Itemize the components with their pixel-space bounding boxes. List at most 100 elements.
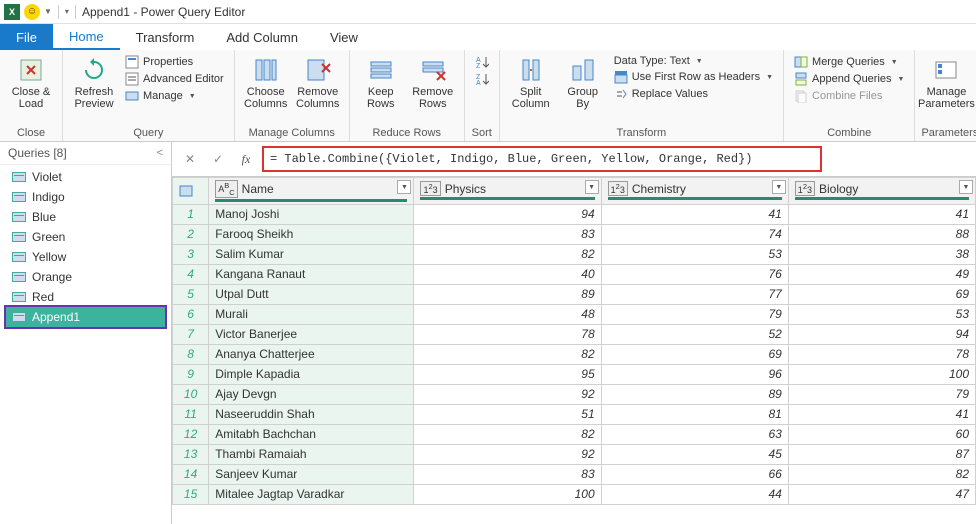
- manage-button[interactable]: Manage▼: [121, 88, 228, 104]
- refresh-preview-button[interactable]: Refresh Preview: [69, 54, 119, 125]
- filter-dropdown-icon[interactable]: ▼: [959, 180, 973, 194]
- row-number[interactable]: 1: [173, 204, 209, 224]
- tab-add-column[interactable]: Add Column: [210, 24, 314, 50]
- split-column-button[interactable]: Split Column: [506, 54, 556, 125]
- cell-value[interactable]: 45: [601, 444, 788, 464]
- query-item-orange[interactable]: Orange: [6, 267, 165, 287]
- data-type-button[interactable]: Data Type: Text▼: [610, 54, 777, 68]
- cell-name[interactable]: Kangana Ranaut: [209, 264, 414, 284]
- row-number[interactable]: 14: [173, 464, 209, 484]
- cell-value[interactable]: 89: [601, 384, 788, 404]
- cell-name[interactable]: Farooq Sheikh: [209, 224, 414, 244]
- cell-value[interactable]: 63: [601, 424, 788, 444]
- close-and-load-button[interactable]: Close & Load: [6, 54, 56, 125]
- cell-name[interactable]: Dimple Kapadia: [209, 364, 414, 384]
- replace-values-button[interactable]: Replace Values: [610, 86, 777, 102]
- cell-name[interactable]: Murali: [209, 304, 414, 324]
- qat-chevron-icon[interactable]: ▼: [44, 7, 52, 16]
- cell-value[interactable]: 92: [414, 384, 601, 404]
- table-row[interactable]: 6Murali487953: [173, 304, 976, 324]
- row-number[interactable]: 8: [173, 344, 209, 364]
- row-number[interactable]: 12: [173, 424, 209, 444]
- table-row[interactable]: 10Ajay Devgn928979: [173, 384, 976, 404]
- row-number[interactable]: 9: [173, 364, 209, 384]
- cell-value[interactable]: 78: [414, 324, 601, 344]
- cell-value[interactable]: 87: [788, 444, 975, 464]
- cell-value[interactable]: 38: [788, 244, 975, 264]
- row-number[interactable]: 3: [173, 244, 209, 264]
- column-header-biology[interactable]: 123Biology▼: [788, 178, 975, 205]
- row-number[interactable]: 13: [173, 444, 209, 464]
- tab-view[interactable]: View: [314, 24, 374, 50]
- cell-value[interactable]: 82: [414, 424, 601, 444]
- qat-dropdown-icon[interactable]: ▾: [65, 7, 69, 16]
- merge-queries-button[interactable]: Merge Queries▼: [790, 54, 908, 70]
- cell-name[interactable]: Salim Kumar: [209, 244, 414, 264]
- cell-value[interactable]: 53: [788, 304, 975, 324]
- cell-value[interactable]: 69: [601, 344, 788, 364]
- tab-file[interactable]: File: [0, 24, 53, 50]
- query-item-indigo[interactable]: Indigo: [6, 187, 165, 207]
- cell-value[interactable]: 40: [414, 264, 601, 284]
- query-item-append1[interactable]: Append1: [6, 307, 165, 327]
- cell-value[interactable]: 52: [601, 324, 788, 344]
- row-number[interactable]: 4: [173, 264, 209, 284]
- column-header-chemistry[interactable]: 123Chemistry▼: [601, 178, 788, 205]
- cell-value[interactable]: 51: [414, 404, 601, 424]
- table-row[interactable]: 3Salim Kumar825338: [173, 244, 976, 264]
- append-queries-button[interactable]: Append Queries▼: [790, 71, 908, 87]
- properties-button[interactable]: Properties: [121, 54, 228, 70]
- accept-formula-button[interactable]: ✓: [206, 147, 230, 171]
- column-header-name[interactable]: ABCName▼: [209, 178, 414, 205]
- cell-value[interactable]: 95: [414, 364, 601, 384]
- cell-name[interactable]: Victor Banerjee: [209, 324, 414, 344]
- table-row[interactable]: 11Naseeruddin Shah518141: [173, 404, 976, 424]
- filter-dropdown-icon[interactable]: ▼: [772, 180, 786, 194]
- cell-value[interactable]: 82: [414, 244, 601, 264]
- cell-value[interactable]: 47: [788, 484, 975, 504]
- filter-dropdown-icon[interactable]: ▼: [397, 180, 411, 194]
- row-number[interactable]: 6: [173, 304, 209, 324]
- fx-icon[interactable]: fx: [234, 147, 258, 171]
- cell-value[interactable]: 49: [788, 264, 975, 284]
- cell-value[interactable]: 82: [788, 464, 975, 484]
- first-row-headers-button[interactable]: Use First Row as Headers▼: [610, 69, 777, 85]
- table-row[interactable]: 1Manoj Joshi944141: [173, 204, 976, 224]
- collapse-chevron-icon[interactable]: <: [157, 147, 163, 159]
- choose-columns-button[interactable]: Choose Columns: [241, 54, 291, 125]
- tab-transform[interactable]: Transform: [120, 24, 211, 50]
- cell-value[interactable]: 82: [414, 344, 601, 364]
- row-number[interactable]: 11: [173, 404, 209, 424]
- cell-value[interactable]: 48: [414, 304, 601, 324]
- cell-name[interactable]: Manoj Joshi: [209, 204, 414, 224]
- cell-value[interactable]: 41: [788, 204, 975, 224]
- cell-value[interactable]: 79: [601, 304, 788, 324]
- table-row[interactable]: 4Kangana Ranaut407649: [173, 264, 976, 284]
- tab-home[interactable]: Home: [53, 24, 120, 50]
- cell-name[interactable]: Naseeruddin Shah: [209, 404, 414, 424]
- cell-name[interactable]: Amitabh Bachchan: [209, 424, 414, 444]
- table-row[interactable]: 2Farooq Sheikh837488: [173, 224, 976, 244]
- cell-value[interactable]: 94: [414, 204, 601, 224]
- query-item-green[interactable]: Green: [6, 227, 165, 247]
- table-row[interactable]: 8Ananya Chatterjee826978: [173, 344, 976, 364]
- column-header-physics[interactable]: 123Physics▼: [414, 178, 601, 205]
- cell-value[interactable]: 60: [788, 424, 975, 444]
- keep-rows-button[interactable]: Keep Rows: [356, 54, 406, 125]
- cell-value[interactable]: 83: [414, 464, 601, 484]
- data-grid[interactable]: ABCName▼123Physics▼123Chemistry▼123Biolo…: [172, 176, 976, 524]
- cell-name[interactable]: Utpal Dutt: [209, 284, 414, 304]
- query-item-red[interactable]: Red: [6, 287, 165, 307]
- query-item-violet[interactable]: Violet: [6, 167, 165, 187]
- cancel-formula-button[interactable]: ✕: [178, 147, 202, 171]
- cell-value[interactable]: 74: [601, 224, 788, 244]
- table-row[interactable]: 14Sanjeev Kumar836682: [173, 464, 976, 484]
- cell-name[interactable]: Ajay Devgn: [209, 384, 414, 404]
- cell-value[interactable]: 53: [601, 244, 788, 264]
- cell-value[interactable]: 100: [788, 364, 975, 384]
- grid-corner[interactable]: [173, 178, 209, 205]
- table-row[interactable]: 13Thambi Ramaiah924587: [173, 444, 976, 464]
- cell-value[interactable]: 76: [601, 264, 788, 284]
- cell-name[interactable]: Sanjeev Kumar: [209, 464, 414, 484]
- formula-input[interactable]: = Table.Combine({Violet, Indigo, Blue, G…: [262, 146, 822, 172]
